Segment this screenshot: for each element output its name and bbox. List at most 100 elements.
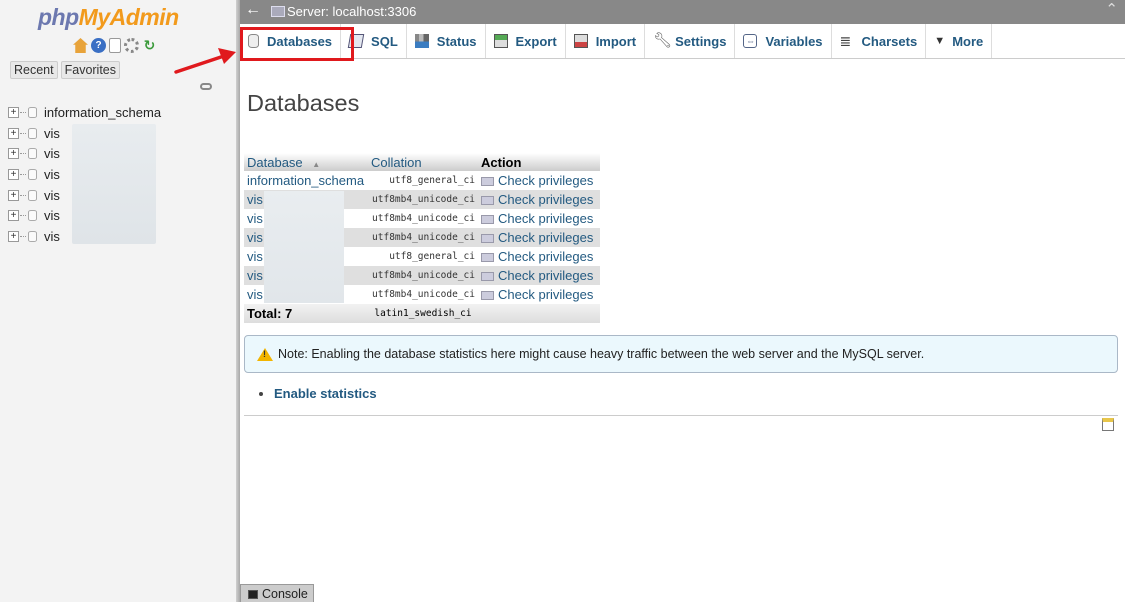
action-label[interactable]: Check privileges: [498, 230, 593, 245]
reload-icon[interactable]: ↻: [142, 38, 157, 53]
tree-item-label[interactable]: vis: [44, 167, 60, 182]
tree-connector: [20, 173, 26, 175]
database-name[interactable]: vis: [247, 230, 263, 245]
privileges-icon: [481, 215, 494, 224]
collation-value: utf8mb4_unicode_ci: [368, 266, 478, 285]
nav-resizer[interactable]: [236, 0, 240, 602]
page-title: Databases: [247, 90, 360, 116]
expand-icon[interactable]: +: [8, 127, 19, 139]
notepad-icon[interactable]: [1102, 418, 1114, 431]
tree-item-label[interactable]: information_schema: [44, 105, 161, 120]
server-breadcrumb[interactable]: Server: localhost:3306: [287, 4, 416, 19]
database-name[interactable]: vis: [247, 249, 263, 264]
back-arrow-icon[interactable]: ←: [245, 1, 261, 19]
tree-connector: [20, 235, 26, 237]
tree-item-label[interactable]: vis: [44, 126, 60, 141]
phpmyadmin-logo[interactable]: phpMyAdmin: [38, 4, 179, 31]
expand-icon[interactable]: +: [8, 210, 19, 222]
privileges-icon: [481, 291, 494, 300]
column-database[interactable]: Database ▲: [244, 153, 368, 171]
check-privileges-link[interactable]: Check privileges: [478, 171, 600, 190]
check-privileges-link[interactable]: Check privileges: [478, 266, 600, 285]
tab-variables[interactable]: ⇔ Variables: [735, 24, 832, 58]
tab-label: Settings: [675, 33, 727, 49]
tab-label: Variables: [765, 33, 823, 49]
expand-icon[interactable]: +: [8, 148, 19, 160]
database-icon: [28, 127, 37, 139]
privileges-icon: [481, 272, 494, 281]
tree-item-label[interactable]: vis: [44, 146, 60, 161]
logo-php-text: php: [38, 4, 79, 30]
privileges-icon: [481, 253, 494, 262]
collation-value: utf8mb4_unicode_ci: [368, 285, 478, 304]
annotation-arrow-icon: [174, 48, 236, 74]
status-icon: [414, 34, 429, 48]
action-label[interactable]: Check privileges: [498, 287, 593, 302]
tree-connector: [20, 153, 26, 155]
settings-icon[interactable]: [124, 38, 139, 53]
expand-icon[interactable]: +: [8, 189, 19, 201]
console-icon: [248, 589, 258, 599]
collation-value: utf8mb4_unicode_ci: [368, 228, 478, 247]
database-name[interactable]: information_schema: [247, 173, 364, 188]
server-breadcrumb-bar: ← Server: localhost:3306 ⌃: [240, 0, 1125, 24]
database-icon: [28, 168, 37, 180]
collation-value: utf8mb4_unicode_ci: [368, 190, 478, 209]
check-privileges-link[interactable]: Check privileges: [478, 247, 600, 266]
tree-item-label[interactable]: vis: [44, 188, 60, 203]
tree-connector: [20, 194, 26, 196]
check-privileges-link[interactable]: Check privileges: [478, 209, 600, 228]
variables-icon: ⇔: [743, 34, 758, 48]
expand-icon[interactable]: +: [8, 168, 19, 180]
tab-charsets[interactable]: ≣ Charsets: [832, 24, 927, 58]
tab-import[interactable]: Import: [566, 24, 646, 58]
collapse-icon[interactable]: ⌃: [1105, 0, 1118, 18]
column-action: Action: [478, 153, 600, 171]
recent-tab[interactable]: Recent: [10, 61, 58, 79]
collation-value: utf8mb4_unicode_ci: [368, 209, 478, 228]
enable-statistics-link[interactable]: Enable statistics: [274, 386, 377, 401]
database-name[interactable]: vis: [247, 287, 263, 302]
check-privileges-link[interactable]: Check privileges: [478, 228, 600, 247]
redacted-names: [264, 191, 344, 303]
navigation-panel: phpMyAdmin ? ↻ Recent Favorites + inform…: [0, 0, 236, 602]
tab-label: Charsets: [861, 33, 918, 49]
link-icon[interactable]: [200, 83, 212, 90]
warning-icon: [257, 347, 273, 361]
help-icon[interactable]: ?: [91, 38, 106, 53]
tab-more[interactable]: ▼ More: [926, 24, 993, 58]
collation-value: utf8_general_ci: [368, 171, 478, 190]
collation-value: utf8_general_ci: [368, 247, 478, 266]
tree-item-label[interactable]: vis: [44, 208, 60, 223]
action-label[interactable]: Check privileges: [498, 173, 593, 188]
tab-export[interactable]: Export: [486, 24, 566, 58]
database-name[interactable]: vis: [247, 192, 263, 207]
database-name[interactable]: vis: [247, 268, 263, 283]
expand-icon[interactable]: +: [8, 230, 19, 242]
console-toggle[interactable]: Console: [240, 584, 314, 602]
action-label[interactable]: Check privileges: [498, 249, 593, 264]
console-label: Console: [262, 587, 308, 601]
nav-icon-bar: ? ↻: [73, 38, 157, 53]
check-privileges-link[interactable]: Check privileges: [478, 190, 600, 209]
check-privileges-link[interactable]: Check privileges: [478, 285, 600, 304]
notice-text: Note: Enabling the database statistics h…: [278, 347, 925, 361]
tab-status[interactable]: Status: [407, 24, 486, 58]
tree-item[interactable]: + information_schema: [8, 102, 161, 123]
docs-icon[interactable]: [109, 38, 121, 53]
tab-settings[interactable]: 🔧︎ Settings: [645, 24, 736, 58]
home-icon[interactable]: [73, 38, 88, 53]
total-count: Total: 7: [244, 304, 368, 323]
database-name-link[interactable]: information_schema: [244, 171, 368, 190]
column-collation[interactable]: Collation: [368, 153, 478, 171]
tree-connector: [20, 132, 26, 134]
action-label[interactable]: Check privileges: [498, 211, 593, 226]
expand-icon[interactable]: +: [8, 106, 19, 118]
action-label[interactable]: Check privileges: [498, 192, 593, 207]
favorites-tab[interactable]: Favorites: [60, 61, 121, 79]
tree-item-label[interactable]: vis: [44, 229, 60, 244]
server-icon: [271, 6, 285, 17]
database-name[interactable]: vis: [247, 211, 263, 226]
action-label[interactable]: Check privileges: [498, 268, 593, 283]
privileges-icon: [481, 177, 494, 186]
